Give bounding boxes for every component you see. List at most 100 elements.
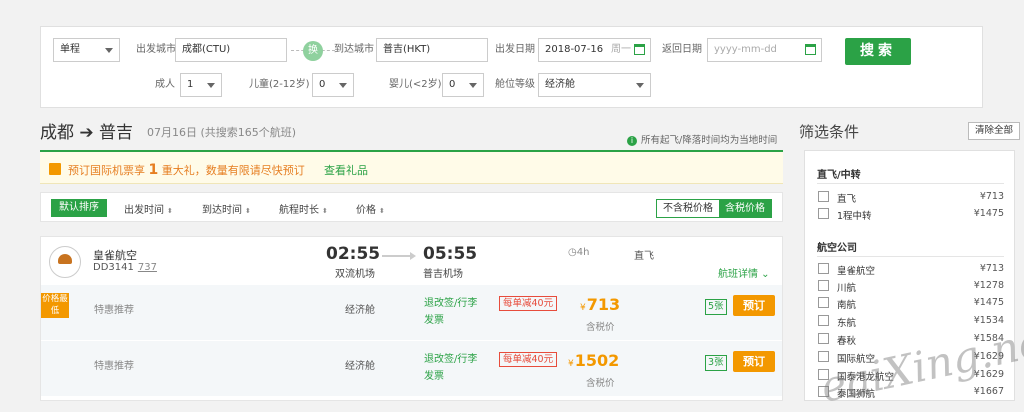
- chevron-down-icon: [469, 83, 477, 88]
- fare-invoice-text: 发票: [424, 371, 444, 382]
- sort-label: 航程时长: [279, 205, 319, 216]
- fare-rules-text: 退改签/行李: [424, 354, 478, 365]
- sort-depart-time[interactable]: 出发时间 ⬍: [124, 201, 173, 216]
- infant-select[interactable]: 0: [442, 73, 484, 97]
- arrival-airport: 普吉机场: [423, 269, 463, 280]
- timezone-note-text: 所有起飞/降落时间均为当地时间: [641, 135, 778, 146]
- results-panel: 预订国际机票享 1 重大礼，数量有限请尽快预订 查看礼品 默认排序 出发时间 ⬍ …: [40, 150, 783, 401]
- calendar-icon: [805, 44, 816, 55]
- trip-type-select[interactable]: 单程: [53, 38, 120, 62]
- child-label: 儿童(2-12岁): [249, 79, 310, 90]
- price-tax-toggle: 不含税价格 含税价格: [656, 199, 772, 218]
- filter-option-price: ¥1667: [973, 386, 1004, 397]
- tax-note: 含税价: [586, 378, 615, 389]
- return-date-input[interactable]: yyyy-mm-dd: [707, 38, 822, 62]
- swap-cities-button[interactable]: 换: [303, 41, 323, 61]
- promo-text-before: 预订国际机票享: [68, 164, 149, 177]
- trip-type-value: 单程: [60, 44, 80, 55]
- currency-symbol: ¥: [568, 359, 574, 369]
- gift-icon: [49, 163, 61, 175]
- sort-duration[interactable]: 航程时长 ⬍: [279, 201, 328, 216]
- divider: [817, 183, 1004, 184]
- flight-details-link[interactable]: 航班详情 ⌄: [718, 265, 770, 280]
- sort-default-button[interactable]: 默认排序: [51, 199, 107, 217]
- promo-highlight: 1: [148, 162, 159, 178]
- filter-option-label: 春秋: [837, 336, 857, 347]
- toggle-incl-tax[interactable]: 含税价格: [719, 200, 771, 217]
- child-select[interactable]: 0: [312, 73, 354, 97]
- filter-option[interactable]: 直飞 ¥713: [818, 189, 1004, 205]
- seats-left: 5张: [705, 299, 727, 315]
- checkbox[interactable]: [818, 263, 829, 274]
- filter-option-label: 直飞: [837, 194, 857, 205]
- adult-value: 1: [187, 79, 194, 90]
- filter-option-label: 川航: [837, 283, 857, 294]
- filter-title: 筛选条件: [799, 123, 860, 141]
- route-subtitle: 07月16日 (共搜索165个航班): [147, 126, 297, 139]
- flight-card: 皇雀航空 DD3141 737 02:55 双流机场 05:55 普吉机场 ◷4h…: [40, 236, 783, 401]
- depart-date-label: 出发日期: [495, 44, 535, 55]
- sort-arrows-icon: ⬍: [167, 207, 173, 215]
- sort-arrows-icon: ⬍: [245, 207, 251, 215]
- aircraft-type-link[interactable]: 737: [138, 262, 157, 273]
- to-city-input[interactable]: 普吉(HKT): [376, 38, 488, 62]
- fare-price-value: 713: [586, 295, 621, 314]
- fare-name: 特惠推荐: [94, 305, 134, 316]
- sort-price[interactable]: 价格 ⬍: [356, 201, 385, 216]
- filter-option[interactable]: 川航 ¥1278: [818, 278, 1004, 294]
- chevron-down-icon: [105, 48, 113, 53]
- filter-option-label: 皇雀航空: [837, 266, 876, 277]
- child-value: 0: [319, 79, 326, 90]
- search-panel: 单程 出发城市 成都(CTU) 换 到达城市 普吉(HKT) 出发日期 2018…: [40, 26, 983, 108]
- from-city-input[interactable]: 成都(CTU): [175, 38, 287, 62]
- timezone-note: i 所有起飞/降落时间均为当地时间: [627, 132, 777, 146]
- filter-option-label: 南航: [837, 300, 857, 311]
- filter-option[interactable]: 皇雀航空 ¥713: [818, 261, 1004, 277]
- checkbox[interactable]: [818, 315, 829, 326]
- view-gifts-link[interactable]: 查看礼品: [324, 162, 368, 178]
- sort-arrive-time[interactable]: 到达时间 ⬍: [202, 201, 251, 216]
- departure-airport: 双流机场: [335, 269, 375, 280]
- checkbox[interactable]: [818, 333, 829, 344]
- checkbox[interactable]: [818, 280, 829, 291]
- flight-duration-value: 4h: [576, 247, 590, 258]
- airline-logo-mark: [58, 254, 72, 264]
- divider: [817, 256, 1004, 257]
- clear-filters-button[interactable]: 清除全部: [968, 122, 1020, 140]
- adult-label: 成人: [155, 79, 175, 90]
- filter-option[interactable]: 1程中转 ¥1475: [818, 206, 1004, 222]
- sort-bar: 默认排序 出发时间 ⬍ 到达时间 ⬍ 航程时长 ⬍ 价格 ⬍ 不含税价格 含税价格: [40, 192, 783, 222]
- checkbox[interactable]: [818, 191, 829, 202]
- cabin-value: 经济舱: [545, 79, 575, 90]
- fare-price-value: 1502: [574, 351, 620, 370]
- lowest-price-badge: 价格最低: [41, 293, 69, 318]
- checkbox[interactable]: [818, 208, 829, 219]
- infant-label: 婴儿(<2岁): [389, 79, 442, 90]
- adult-select[interactable]: 1: [180, 73, 222, 97]
- toggle-excl-tax[interactable]: 不含税价格: [657, 200, 719, 217]
- cabin-select[interactable]: 经济舱: [538, 73, 651, 97]
- search-button[interactable]: 搜索: [845, 38, 911, 65]
- depart-date-input[interactable]: 2018-07-16 周一: [538, 38, 651, 62]
- fare-cabin: 经济舱: [345, 305, 375, 316]
- book-button[interactable]: 预订: [733, 295, 775, 316]
- fare-invoice-text: 发票: [424, 315, 444, 326]
- filter-option-label: 东航: [837, 318, 857, 329]
- to-label: 到达城市: [334, 44, 374, 55]
- filter-option-price: ¥1475: [973, 208, 1004, 219]
- filter-option[interactable]: 南航 ¥1475: [818, 295, 1004, 311]
- fare-rules-link[interactable]: 退改签/行李 发票: [424, 295, 477, 329]
- checkbox[interactable]: [818, 297, 829, 308]
- calendar-icon: [634, 44, 645, 55]
- filter-option[interactable]: 东航 ¥1534: [818, 313, 1004, 329]
- seats-left: 3张: [705, 355, 727, 371]
- book-button[interactable]: 预订: [733, 351, 775, 372]
- coupon-badge: 每单减40元: [499, 296, 558, 311]
- sort-label: 价格: [356, 205, 376, 216]
- airline-logo: [49, 246, 81, 278]
- route-title: 成都 ➔ 普吉: [40, 123, 134, 143]
- cabin-label: 舱位等级: [495, 79, 535, 90]
- currency-symbol: ¥: [580, 303, 586, 313]
- filter-option-label: 1程中转: [837, 211, 872, 222]
- fare-rules-link[interactable]: 退改签/行李 发票: [424, 351, 477, 385]
